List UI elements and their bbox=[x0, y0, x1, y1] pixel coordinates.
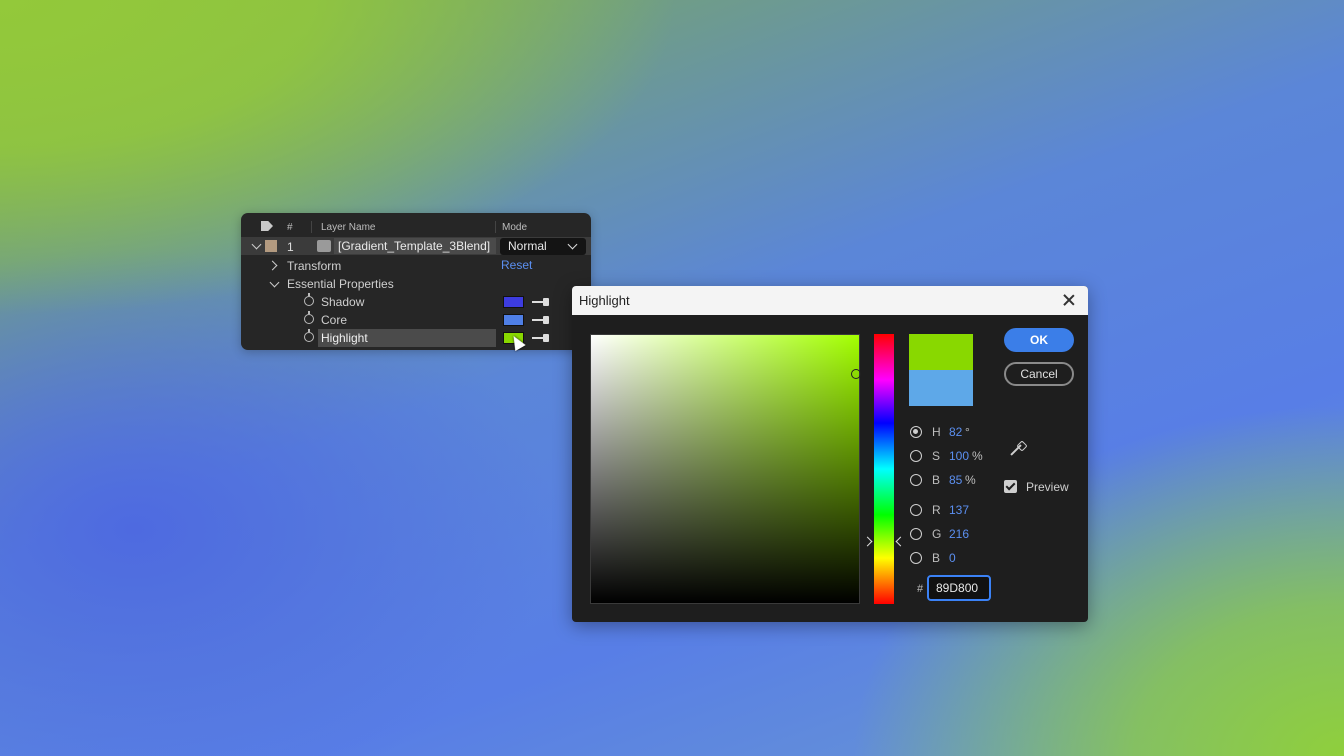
saturation-value[interactable]: 100 bbox=[949, 449, 969, 463]
eyedropper-icon[interactable] bbox=[1008, 441, 1026, 459]
brightness-value[interactable]: 85 bbox=[949, 473, 962, 487]
green-value[interactable]: 216 bbox=[949, 527, 969, 541]
saturation-letter: S bbox=[932, 449, 941, 463]
eyedropper-icon[interactable] bbox=[530, 314, 552, 326]
red-radio[interactable] bbox=[910, 504, 922, 516]
property-name: Core bbox=[321, 313, 348, 327]
hue-slider-arrow-right-icon[interactable] bbox=[895, 536, 906, 547]
blue-letter: B bbox=[932, 551, 941, 565]
column-divider bbox=[495, 221, 496, 233]
dialog-titlebar: Highlight bbox=[572, 286, 1088, 315]
property-row-shadow[interactable]: Shadow bbox=[241, 293, 591, 311]
essential-properties-row[interactable]: Essential Properties bbox=[241, 275, 591, 293]
composition-icon bbox=[317, 240, 331, 252]
column-divider bbox=[311, 221, 312, 233]
stopwatch-icon[interactable] bbox=[304, 293, 314, 306]
column-number: # bbox=[287, 222, 293, 233]
brightness-letter: B bbox=[932, 473, 941, 487]
property-name: Highlight bbox=[318, 329, 496, 347]
hue-slider-arrow-left-icon[interactable] bbox=[862, 536, 873, 547]
hex-input[interactable]: 89D800 bbox=[927, 575, 991, 601]
label-color-box[interactable] bbox=[265, 240, 277, 252]
blue-value[interactable]: 0 bbox=[949, 551, 956, 565]
hue-radio[interactable] bbox=[910, 426, 922, 438]
property-row-highlight[interactable]: Highlight bbox=[241, 329, 591, 347]
blend-mode-value: Normal bbox=[508, 239, 547, 253]
column-mode: Mode bbox=[502, 222, 528, 233]
layer-row[interactable]: 1 [Gradient_Template_3Blend] Normal bbox=[241, 237, 591, 255]
layer-number: 1 bbox=[287, 240, 294, 254]
layer-panel-header: # Layer Name Mode bbox=[241, 213, 591, 237]
saturation-radio[interactable] bbox=[910, 450, 922, 462]
transform-label: Transform bbox=[287, 259, 342, 273]
red-letter: R bbox=[932, 503, 941, 517]
new-color-swatch bbox=[909, 334, 973, 370]
cancel-button[interactable]: Cancel bbox=[1004, 362, 1074, 386]
layer-name-field[interactable]: [Gradient_Template_3Blend] bbox=[334, 238, 496, 254]
hue-value[interactable]: 82 bbox=[949, 425, 962, 439]
color-picker-dialog: Highlight H 82 ° S 100 % B 85 % R 137 G … bbox=[572, 286, 1088, 622]
hue-unit: ° bbox=[965, 425, 970, 439]
layer-panel: # Layer Name Mode 1 [Gradient_Template_3… bbox=[241, 213, 591, 350]
color-swatch-core[interactable] bbox=[503, 314, 524, 326]
eyedropper-icon[interactable] bbox=[530, 296, 552, 308]
eyedropper-icon[interactable] bbox=[530, 332, 552, 344]
blend-mode-select[interactable]: Normal bbox=[500, 238, 586, 255]
stopwatch-icon[interactable] bbox=[304, 311, 314, 324]
red-value[interactable]: 137 bbox=[949, 503, 969, 517]
original-color-swatch[interactable] bbox=[909, 370, 973, 406]
brightness-radio[interactable] bbox=[910, 474, 922, 486]
hue-letter: H bbox=[932, 425, 941, 439]
column-layer-name: Layer Name bbox=[321, 222, 376, 233]
color-picker-handle[interactable] bbox=[851, 369, 861, 379]
preview-label: Preview bbox=[1026, 480, 1069, 494]
saturation-brightness-field[interactable] bbox=[590, 334, 860, 604]
chevron-down-icon[interactable] bbox=[251, 239, 262, 250]
property-name: Shadow bbox=[321, 295, 365, 309]
hex-hash-label: # bbox=[917, 583, 924, 595]
hue-slider[interactable] bbox=[874, 334, 894, 604]
essential-properties-label: Essential Properties bbox=[287, 277, 394, 291]
chevron-right-icon[interactable] bbox=[267, 260, 278, 271]
dialog-title: Highlight bbox=[579, 293, 630, 308]
close-icon[interactable] bbox=[1060, 291, 1078, 309]
stopwatch-icon[interactable] bbox=[304, 329, 314, 342]
chevron-down-icon bbox=[567, 239, 578, 250]
preview-checkbox[interactable] bbox=[1004, 480, 1017, 493]
blue-radio[interactable] bbox=[910, 552, 922, 564]
ok-button[interactable]: OK bbox=[1004, 328, 1074, 352]
color-swatch-shadow[interactable] bbox=[503, 296, 524, 308]
transform-row[interactable]: Transform Reset bbox=[241, 257, 591, 275]
saturation-unit: % bbox=[972, 449, 983, 463]
label-tag-icon bbox=[261, 221, 273, 231]
brightness-unit: % bbox=[965, 473, 976, 487]
green-radio[interactable] bbox=[910, 528, 922, 540]
green-letter: G bbox=[932, 527, 942, 541]
property-row-core[interactable]: Core bbox=[241, 311, 591, 329]
reset-link[interactable]: Reset bbox=[501, 258, 532, 272]
chevron-down-icon[interactable] bbox=[269, 277, 280, 288]
